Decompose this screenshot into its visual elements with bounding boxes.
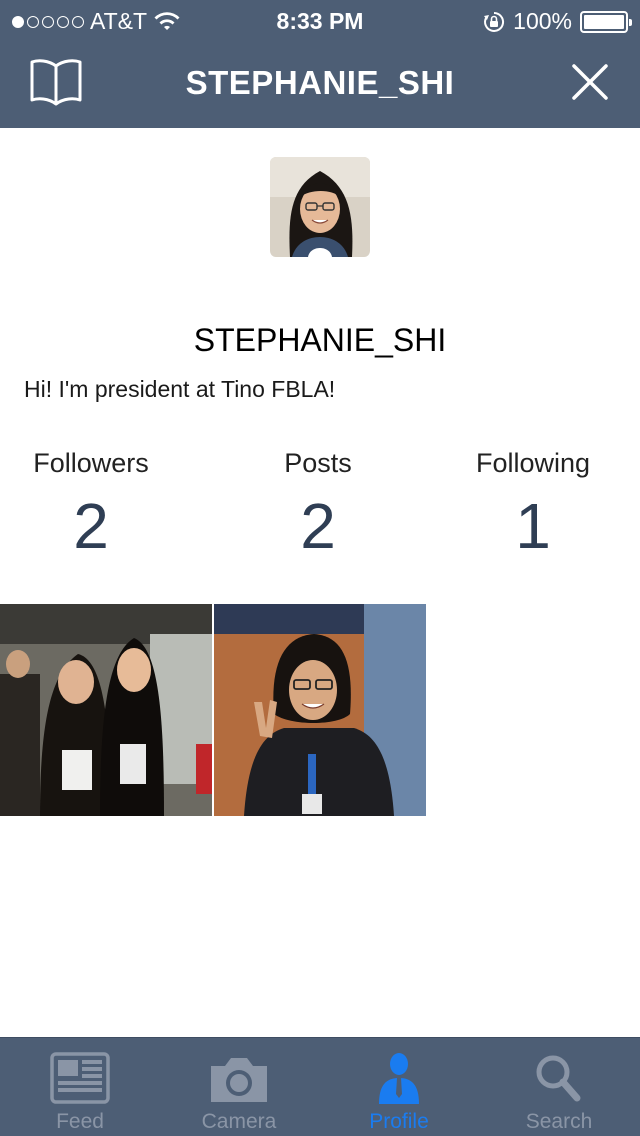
following-stat[interactable]: Following 1: [428, 448, 638, 563]
profile-username: STEPHANIE_SHI: [193, 322, 447, 358]
page-title: STEPHANIE_SHI: [185, 64, 455, 101]
camera-icon: [211, 1058, 267, 1102]
tab-search-label: Search: [525, 1110, 593, 1133]
orientation-lock-icon: [484, 11, 505, 32]
followers-label: Followers: [33, 448, 149, 478]
following-count: 1: [515, 490, 551, 562]
close-icon[interactable]: [568, 60, 612, 104]
profile-bio: Hi! I'm president at Tino FBLA!: [24, 376, 336, 402]
posts-stat[interactable]: Posts 2: [213, 448, 423, 563]
avatar[interactable]: [270, 157, 370, 257]
newspaper-icon: [50, 1052, 110, 1104]
tab-profile[interactable]: Profile: [319, 1038, 479, 1136]
status-right: 100%: [483, 8, 632, 35]
battery-percent: 100%: [513, 8, 572, 34]
tab-camera-label: Camera: [201, 1110, 277, 1133]
header: AT&T 8:33 PM 100% STEPHANIE_SHI: [0, 0, 640, 128]
post-thumbnail[interactable]: [214, 604, 426, 816]
post-thumbnail[interactable]: [0, 604, 212, 816]
battery-icon: [580, 10, 632, 33]
search-icon: [536, 1055, 581, 1102]
status-bar: AT&T 8:33 PM 100%: [0, 0, 640, 40]
followers-stat[interactable]: Followers 2: [0, 448, 196, 563]
following-label: Following: [475, 448, 591, 478]
tab-feed-label: Feed: [56, 1110, 104, 1133]
posts-label: Posts: [284, 448, 352, 478]
person-icon: [379, 1053, 419, 1104]
tab-camera[interactable]: Camera: [159, 1038, 319, 1136]
tab-profile-label: Profile: [369, 1110, 429, 1133]
tab-bar: Feed Camera Profile Search: [0, 1037, 640, 1136]
followers-count: 2: [73, 490, 109, 562]
post-grid: [0, 604, 640, 816]
posts-count: 2: [300, 490, 336, 562]
tab-search[interactable]: Search: [479, 1038, 639, 1136]
navigation-bar: STEPHANIE_SHI: [0, 40, 640, 128]
tab-feed[interactable]: Feed: [0, 1038, 160, 1136]
